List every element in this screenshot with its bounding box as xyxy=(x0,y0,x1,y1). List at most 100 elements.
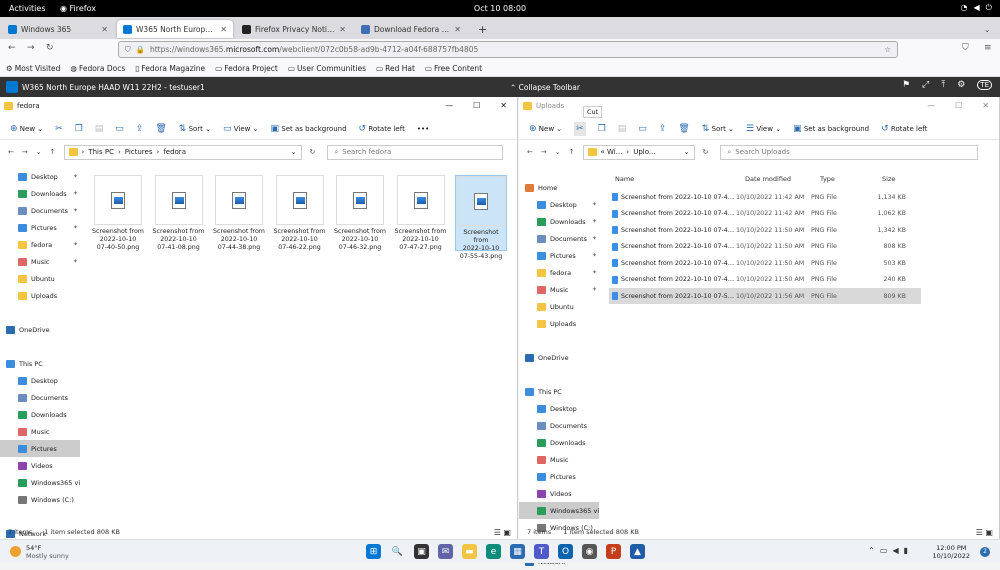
nav-item-downloads[interactable]: Downloads ✦ xyxy=(0,185,80,202)
address-bar[interactable]: › This PC › Pictures › fedora ⌄ xyxy=(63,144,302,160)
bookmark-most-visited[interactable]: ⚙ Most Visited xyxy=(6,64,60,73)
file-tile[interactable]: Screenshot from 2022-10-10 07-46-22.png xyxy=(274,175,326,251)
teams-icon[interactable]: T xyxy=(534,544,549,559)
paste-icon[interactable]: ▤ xyxy=(618,124,627,134)
nav-item-videos[interactable]: Videos xyxy=(0,457,80,474)
weather-widget[interactable]: 54°F Mostly sunny xyxy=(10,544,69,560)
breadcrumb-pictures[interactable]: Pictures xyxy=(125,148,153,156)
gnome-clock[interactable]: Oct 10 08:00 xyxy=(0,4,1000,13)
system-tray[interactable]: ⌃ ▭ ◀ ▮ xyxy=(868,546,908,555)
nav-item-windows-c-[interactable]: Windows (C:) xyxy=(0,491,80,508)
recent-locations-icon[interactable]: ⌄ xyxy=(36,148,42,156)
more-options-button[interactable]: ••• xyxy=(417,125,429,133)
breadcrumb-uploads[interactable]: Uplo... xyxy=(633,148,655,156)
close-tab-icon[interactable]: ✕ xyxy=(339,25,346,34)
recent-locations-icon[interactable]: ⌄ xyxy=(555,148,561,156)
column-header-date[interactable]: Date modified xyxy=(745,175,820,189)
cut-icon[interactable]: ✂ xyxy=(574,121,586,136)
close-button[interactable]: ✕ xyxy=(500,101,507,110)
file-tile[interactable]: Screenshot from 2022-10-10 07-44-38.png xyxy=(213,175,265,251)
table-row[interactable]: Screenshot from 2022-10-10 07-55-43.png1… xyxy=(609,288,921,304)
search-box[interactable]: ⌕ Search Uploads xyxy=(720,144,979,160)
nav-item-desktop[interactable]: Desktop xyxy=(519,400,599,417)
app-menu[interactable]: ◉ Firefox xyxy=(60,4,96,13)
minimize-button[interactable]: — xyxy=(445,101,453,110)
breadcrumb-this-pc[interactable]: This PC xyxy=(88,148,114,156)
share-icon[interactable]: ⇪ xyxy=(659,124,667,134)
nav-item-fedora[interactable]: fedora ✦ xyxy=(519,264,599,281)
up-arrow-icon[interactable]: ↑ xyxy=(569,148,575,156)
close-button[interactable]: ✕ xyxy=(982,101,989,110)
close-tab-icon[interactable]: ✕ xyxy=(101,25,108,34)
minimize-button[interactable]: — xyxy=(927,101,935,110)
nav-item-downloads[interactable]: Downloads xyxy=(0,406,80,423)
view-button[interactable]: ☰ View ⌄ xyxy=(746,124,781,134)
chevron-up-icon[interactable]: ⌃ xyxy=(868,546,875,555)
file-explorer-icon[interactable]: ▬ xyxy=(462,544,477,559)
nav-item-ubuntu[interactable]: Ubuntu xyxy=(0,270,80,287)
nav-item-windows365-vi[interactable]: Windows365 vi xyxy=(519,502,599,519)
copy-icon[interactable]: ❐ xyxy=(598,124,606,134)
maximize-button[interactable]: ☐ xyxy=(473,101,480,110)
nav-item-music[interactable]: Music xyxy=(0,423,80,440)
bookmark-fedora-magazine[interactable]: ▯ Fedora Magazine xyxy=(135,64,205,73)
nav-item-documents[interactable]: Documents xyxy=(0,389,80,406)
taskbar-clock[interactable]: 12:00 PM 10/10/2022 xyxy=(933,544,970,560)
rotate-left-button[interactable]: ↺ Rotate left xyxy=(881,124,927,134)
table-row[interactable]: Screenshot from 2022-10-10 07-46-22.png1… xyxy=(609,239,921,255)
collapse-toolbar-button[interactable]: ⌃ Collapse Toolbar xyxy=(510,83,580,92)
nav-item-fedora[interactable]: fedora ✦ xyxy=(0,236,80,253)
nav-item-desktop[interactable]: Desktop ✦ xyxy=(519,196,599,213)
close-tab-icon[interactable]: ✕ xyxy=(454,25,461,34)
refresh-icon[interactable]: ↻ xyxy=(310,148,316,156)
store-icon[interactable]: ▦ xyxy=(510,544,525,559)
nav-item-pictures[interactable]: Pictures xyxy=(0,440,80,457)
rotate-left-button[interactable]: ↺ Rotate left xyxy=(359,124,405,134)
forward-arrow-icon[interactable]: → xyxy=(22,148,28,156)
table-row[interactable]: Screenshot from 2022-10-10 07-41-08.png1… xyxy=(609,206,921,222)
sort-button[interactable]: ⇅ Sort ⌄ xyxy=(702,124,734,134)
upload-icon[interactable]: ⤒ xyxy=(941,80,945,90)
new-button[interactable]: ⊕ New ⌄ xyxy=(10,124,43,134)
nav-item-this-pc[interactable]: This PC xyxy=(0,355,80,372)
menu-icon[interactable]: ≡ xyxy=(984,43,992,53)
nav-item-uploads[interactable]: Uploads xyxy=(519,315,599,332)
list-tabs-icon[interactable]: ⌄ xyxy=(978,20,994,38)
nav-item-home[interactable]: Home xyxy=(519,179,599,196)
bookmark-free-content[interactable]: ▭ Free Content xyxy=(425,64,482,73)
breadcrumb-fedora[interactable]: fedora xyxy=(163,148,186,156)
rename-icon[interactable]: ▭ xyxy=(638,124,647,134)
column-header-name[interactable]: Name xyxy=(615,175,745,189)
nav-item-documents[interactable]: Documents xyxy=(519,417,599,434)
set-as-background-button[interactable]: ▣ Set as background xyxy=(271,124,347,134)
nav-item-onedrive[interactable]: OneDrive xyxy=(519,349,599,366)
nav-item-onedrive[interactable]: OneDrive xyxy=(0,321,80,338)
expand-icon[interactable]: ⤢ xyxy=(922,80,929,90)
close-tab-icon[interactable]: ✕ xyxy=(220,25,227,34)
new-tab-button[interactable]: + xyxy=(472,20,488,38)
bookmark-user-communities[interactable]: ▭ User Communities xyxy=(288,64,366,73)
outlook-icon[interactable]: O xyxy=(558,544,573,559)
nav-item-music[interactable]: Music ✦ xyxy=(0,253,80,270)
cut-icon[interactable]: ✂ xyxy=(55,124,63,134)
bookmark-star-icon[interactable]: ☆ xyxy=(884,45,897,54)
delete-icon[interactable]: 🗑 xyxy=(678,124,689,134)
browser-tab[interactable]: Download Fedora Works ✕ xyxy=(355,20,467,38)
photos-icon[interactable]: ▲ xyxy=(630,544,645,559)
windows-icon[interactable]: ⊞ xyxy=(366,544,381,559)
table-row[interactable]: Screenshot from 2022-10-10 07-46-32.png1… xyxy=(609,255,921,271)
file-tile[interactable]: Screenshot from 2022-10-10 07-47-27.png xyxy=(395,175,447,251)
nav-item-downloads[interactable]: Downloads xyxy=(519,434,599,451)
set-as-background-button[interactable]: ▣ Set as background xyxy=(793,124,869,134)
view-toggle-icons[interactable]: ☰ ▣ xyxy=(494,528,517,537)
view-button[interactable]: ▭ View ⌄ xyxy=(223,124,258,134)
address-dropdown-icon[interactable]: ⌄ xyxy=(684,148,690,156)
forward-arrow-icon[interactable]: → xyxy=(541,148,547,156)
bookmark-fedora-docs[interactable]: ◍ Fedora Docs xyxy=(70,64,125,73)
refresh-icon[interactable]: ↻ xyxy=(703,148,709,156)
settings-gear-icon[interactable]: ⚙ xyxy=(957,80,965,90)
table-row[interactable]: Screenshot from 2022-10-10 07-47-27.png1… xyxy=(609,272,921,288)
url-bar[interactable]: ⛉ 🔒 https://windows365.microsoft.com/web… xyxy=(118,41,898,58)
nav-item-pictures[interactable]: Pictures xyxy=(519,468,599,485)
table-row[interactable]: Screenshot from 2022-10-10 07-40-50.png1… xyxy=(609,189,921,205)
